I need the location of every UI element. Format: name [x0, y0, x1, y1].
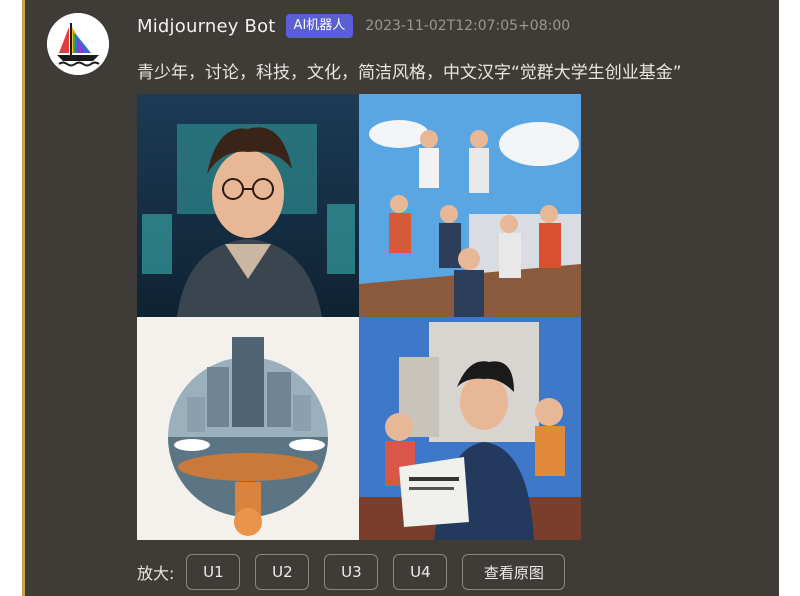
bot-avatar[interactable] [47, 13, 109, 75]
message-timestamp: 2023-11-02T12:07:05+08:00 [365, 18, 571, 34]
sailboat-logo-icon [47, 13, 109, 75]
upscale-u1-button[interactable]: U1 [186, 554, 241, 590]
image-2 [359, 94, 581, 317]
author-name[interactable]: Midjourney Bot [137, 16, 276, 37]
view-original-button[interactable]: 查看原图 [462, 554, 566, 590]
students-group-image[interactable] [359, 94, 581, 317]
image-1 [137, 94, 359, 317]
teen-portrait-image[interactable] [137, 94, 359, 317]
upscale-u3-button[interactable]: U3 [324, 554, 379, 590]
upscale-u4-button[interactable]: U4 [393, 554, 448, 590]
message-header: Midjourney Bot AI机器人 2023-11-02T12:07:05… [137, 11, 570, 41]
upscale-u2-button[interactable]: U2 [255, 554, 310, 590]
prompt-text: 青少年，讨论，科技，文化，简洁风格，中文汉字“觉群大学生创业基金” [137, 63, 682, 83]
student-reading-image[interactable] [359, 317, 581, 540]
tech-city-globe-image[interactable] [137, 317, 359, 540]
ai-bot-badge: AI机器人 [285, 14, 354, 38]
image-grid[interactable] [137, 94, 581, 540]
upscale-label: 放大: [137, 564, 175, 583]
image-3 [137, 317, 359, 540]
image-4 [359, 317, 581, 540]
upscale-actions: 放大: U1 U2 U3 U4 查看原图 [137, 554, 566, 590]
